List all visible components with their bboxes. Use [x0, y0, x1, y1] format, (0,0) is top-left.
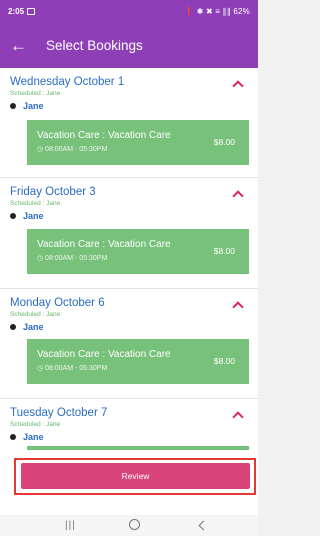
- child-name: Jane: [23, 211, 44, 221]
- back-arrow-icon[interactable]: ←: [10, 37, 32, 54]
- child-row: Jane: [10, 322, 44, 332]
- booking-list[interactable]: Wednesday October 1 Scheduled : Jane Jan…: [0, 68, 258, 450]
- review-button[interactable]: Review: [21, 463, 250, 489]
- child-row: Jane: [10, 432, 44, 442]
- bullet-icon: [10, 103, 16, 109]
- bullet-icon: [10, 324, 16, 330]
- child-name: Jane: [23, 101, 44, 111]
- chevron-up-icon[interactable]: [232, 80, 244, 92]
- booking-price: $8.00: [213, 356, 235, 366]
- booking-time: ◷ 08:00AM - 05:30PM: [37, 255, 108, 262]
- day-title: Tuesday October 7: [10, 407, 108, 419]
- booking-card[interactable]: Vacation Care : Vacation Care ◷ 08:00AM …: [27, 229, 249, 274]
- scheduled-label: Scheduled : Jane: [10, 90, 61, 97]
- booking-price: $8.00: [213, 137, 235, 147]
- scheduled-label: Scheduled : Jane: [10, 421, 61, 428]
- day-title: Monday October 6: [10, 297, 105, 309]
- child-row: Jane: [10, 101, 44, 111]
- booking-day: Tuesday October 7 Scheduled : Jane Jane: [0, 399, 258, 450]
- booking-day: Friday October 3 Scheduled : Jane Jane V…: [0, 178, 258, 289]
- back-icon[interactable]: [198, 520, 209, 531]
- booking-time: ◷ 08:00AM - 05:30PM: [37, 365, 108, 372]
- gallery-notification-icon: [27, 7, 36, 15]
- chevron-up-icon[interactable]: [232, 190, 244, 202]
- child-name: Jane: [23, 432, 44, 442]
- bullet-icon: [10, 213, 16, 219]
- child-row: Jane: [10, 211, 44, 221]
- day-title: Wednesday October 1: [10, 76, 125, 88]
- booking-price: $8.00: [213, 246, 235, 256]
- chevron-up-icon[interactable]: [232, 301, 244, 313]
- booking-name: Vacation Care : Vacation Care: [37, 239, 171, 250]
- booking-day: Wednesday October 1 Scheduled : Jane Jan…: [0, 68, 258, 178]
- booking-time: ◷ 08:00AM - 05:30PM: [37, 146, 108, 153]
- bullet-icon: [10, 434, 16, 440]
- page-title: Select Bookings: [46, 37, 143, 53]
- scheduled-label: Scheduled : Jane: [10, 200, 61, 207]
- booking-day: Monday October 6 Scheduled : Jane Jane V…: [0, 289, 258, 399]
- review-footer: Review: [0, 450, 258, 515]
- app-bar: ← Select Bookings: [0, 22, 258, 68]
- status-time: 2:05: [8, 6, 25, 16]
- child-name: Jane: [23, 322, 44, 332]
- day-title: Friday October 3: [10, 186, 96, 198]
- booking-name: Vacation Care : Vacation Care: [37, 349, 171, 360]
- recent-apps-icon[interactable]: |||: [65, 520, 76, 531]
- status-indicators: ❗ ✱ ✖ ≡ ∥∥ 62%: [184, 6, 250, 16]
- home-icon[interactable]: [129, 519, 140, 530]
- system-nav-bar: |||: [0, 515, 258, 536]
- status-bar: 2:05 ❗ ✱ ✖ ≡ ∥∥ 62%: [0, 0, 258, 22]
- scheduled-label: Scheduled : Jane: [10, 311, 61, 318]
- booking-name: Vacation Care : Vacation Care: [37, 130, 171, 141]
- booking-card[interactable]: Vacation Care : Vacation Care ◷ 08:00AM …: [27, 120, 249, 165]
- booking-card[interactable]: Vacation Care : Vacation Care ◷ 08:00AM …: [27, 339, 249, 384]
- chevron-up-icon[interactable]: [232, 411, 244, 423]
